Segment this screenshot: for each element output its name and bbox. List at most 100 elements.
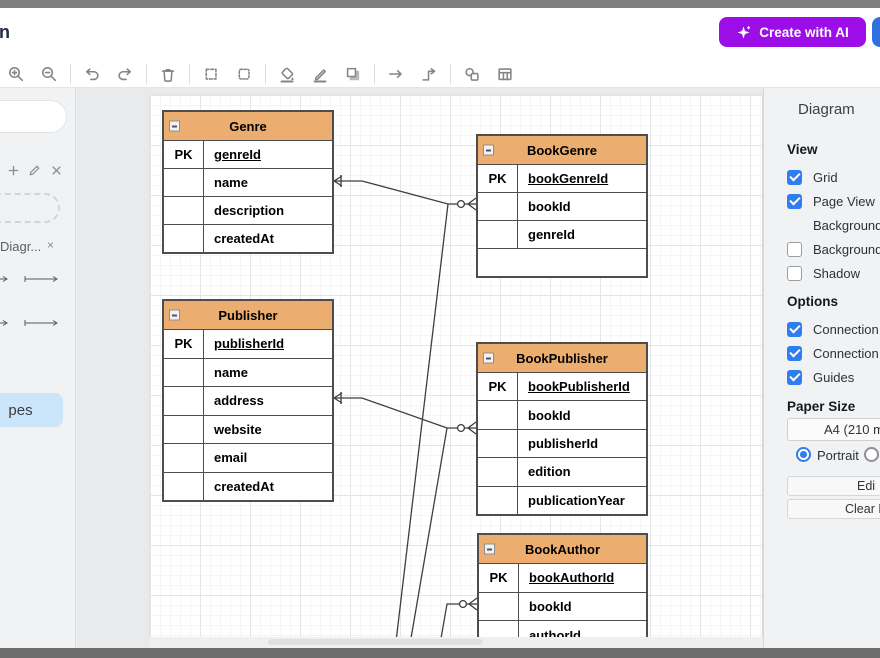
diagram-canvas[interactable]: GenrePKgenreIdnamedescriptioncreatedAtBo… [76, 88, 763, 637]
checkbox[interactable] [787, 170, 802, 185]
table-title: BookGenre [527, 143, 597, 158]
table-row[interactable]: publisherId [478, 429, 646, 457]
checkbox-grid[interactable]: Grid [764, 165, 880, 189]
shape-preview-arrow[interactable] [0, 316, 10, 334]
checkbox-connection-po[interactable]: Connection Po [764, 341, 880, 365]
edit-pencil-icon[interactable] [27, 163, 43, 179]
shadow-icon[interactable] [341, 62, 365, 86]
create-with-ai-button[interactable]: Create with AI [719, 17, 866, 47]
checkbox[interactable] [787, 322, 802, 337]
checkbox-page-view[interactable]: Page View [764, 189, 880, 213]
table-row[interactable]: description [164, 196, 332, 224]
collapse-icon[interactable] [484, 544, 495, 555]
pk-cell: PK [164, 141, 204, 168]
more-shapes-button[interactable]: pes [0, 393, 63, 427]
collapse-icon[interactable] [169, 310, 180, 321]
shape-section-label[interactable]: Diagr... [0, 239, 41, 254]
table-row[interactable]: bookId [478, 192, 646, 220]
insert-shape-icon[interactable] [460, 62, 484, 86]
checkbox-label: Grid [813, 170, 838, 185]
landscape-radio[interactable] [864, 447, 879, 462]
clear-default-style-button[interactable]: Clear D [787, 499, 880, 519]
checkbox[interactable] [787, 266, 802, 281]
table-row[interactable]: name [164, 168, 332, 196]
table-row[interactable]: genreId [478, 220, 646, 248]
checkbox[interactable] [787, 242, 802, 257]
portrait-radio[interactable] [796, 447, 811, 462]
table-row[interactable]: authorId [479, 620, 646, 637]
insert-table-icon[interactable] [493, 62, 517, 86]
field-cell: createdAt [204, 225, 332, 252]
close-icon[interactable] [49, 163, 65, 179]
checkbox-connection-ar[interactable]: Connection Ar [764, 317, 880, 341]
fill-color-icon[interactable] [275, 62, 299, 86]
shape-preview-arrow[interactable] [0, 272, 10, 290]
add-icon[interactable] [6, 163, 22, 179]
er-table-bookpublisher[interactable]: BookPublisherPKbookPublisherIdbookIdpubl… [476, 342, 648, 516]
secondary-action-button[interactable] [872, 17, 880, 47]
paper-size-select[interactable]: A4 (210 mm [787, 418, 880, 441]
arrow-icon[interactable] [384, 62, 408, 86]
table-header[interactable]: Publisher [164, 301, 332, 329]
collapse-icon[interactable] [169, 121, 180, 132]
link-background[interactable]: Background [764, 213, 880, 237]
table-row[interactable]: PKbookAuthorId [479, 563, 646, 592]
checkbox-guides[interactable]: Guides [764, 365, 880, 389]
zoom-in-icon[interactable] [4, 62, 28, 86]
table-row[interactable]: address [164, 386, 332, 415]
line-color-icon[interactable] [308, 62, 332, 86]
checkbox[interactable] [787, 370, 802, 385]
table-row[interactable]: edition [478, 457, 646, 485]
table-row[interactable]: bookId [478, 400, 646, 428]
redo-icon[interactable] [113, 62, 137, 86]
view-section-heading: View [787, 142, 818, 157]
er-table-bookauthor[interactable]: BookAuthorPKbookAuthorIdbookIdauthorId [477, 533, 648, 637]
paste-size-icon[interactable] [232, 62, 256, 86]
table-header[interactable]: Genre [164, 112, 332, 140]
shape-preview-line-arrow[interactable] [24, 272, 60, 290]
checkbox-label: Connection Ar [813, 322, 880, 337]
er-table-bookgenre[interactable]: BookGenre PKbookGenreIdbookIdgenreId [476, 134, 648, 278]
checkbox[interactable] [787, 346, 802, 361]
undo-icon[interactable] [80, 62, 104, 86]
search-input[interactable] [0, 100, 67, 133]
table-row[interactable]: PKgenreId [164, 140, 332, 168]
drop-elements-zone[interactable]: ere [0, 193, 60, 223]
copy-size-icon[interactable] [199, 62, 223, 86]
collapse-icon[interactable] [483, 353, 494, 364]
table-title: Publisher [218, 308, 277, 323]
pk-cell [164, 387, 204, 415]
table-row[interactable]: PKpublisherId [164, 329, 332, 358]
table-row[interactable]: website [164, 415, 332, 444]
table-row[interactable]: createdAt [164, 472, 332, 501]
er-table-publisher[interactable]: Publisher PKpublisherIdnameaddresswebsite… [162, 299, 334, 502]
table-row[interactable]: bookId [479, 592, 646, 621]
table-header[interactable]: BookGenre [478, 136, 646, 164]
table-row[interactable]: PKbookGenreId [478, 164, 646, 192]
table-row[interactable]: name [164, 358, 332, 387]
delete-icon[interactable] [156, 62, 180, 86]
checkbox[interactable] [787, 194, 802, 209]
empty-table-row[interactable] [478, 248, 646, 276]
table-title: Genre [229, 119, 267, 134]
er-table-genre[interactable]: Genre PKgenreIdnamedescriptioncreatedAt [162, 110, 334, 254]
table-row[interactable]: email [164, 443, 332, 472]
collapse-icon[interactable] [483, 145, 494, 156]
edit-diagram-button[interactable]: Edi [787, 476, 880, 496]
horizontal-scrollbar-thumb[interactable] [268, 639, 483, 645]
connector-icon[interactable] [417, 62, 441, 86]
table-header[interactable]: BookAuthor [479, 535, 646, 563]
section-close-icon[interactable]: × [47, 238, 54, 252]
zoom-out-icon[interactable] [37, 62, 61, 86]
table-row[interactable]: publicationYear [478, 486, 646, 514]
table-row[interactable]: PKbookPublisherId [478, 372, 646, 400]
checkbox-label: Page View [813, 194, 875, 209]
checkbox-shadow[interactable]: Shadow [764, 261, 880, 285]
table-row[interactable]: createdAt [164, 224, 332, 252]
table-header[interactable]: BookPublisher [478, 344, 646, 372]
horizontal-scrollbar-track[interactable] [150, 637, 763, 648]
pk-cell [478, 487, 518, 514]
shape-preview-line-arrow[interactable] [24, 316, 60, 334]
panel-tab-diagram[interactable]: Diagram [798, 101, 855, 118]
checkbox-background-c[interactable]: Background C [764, 237, 880, 261]
